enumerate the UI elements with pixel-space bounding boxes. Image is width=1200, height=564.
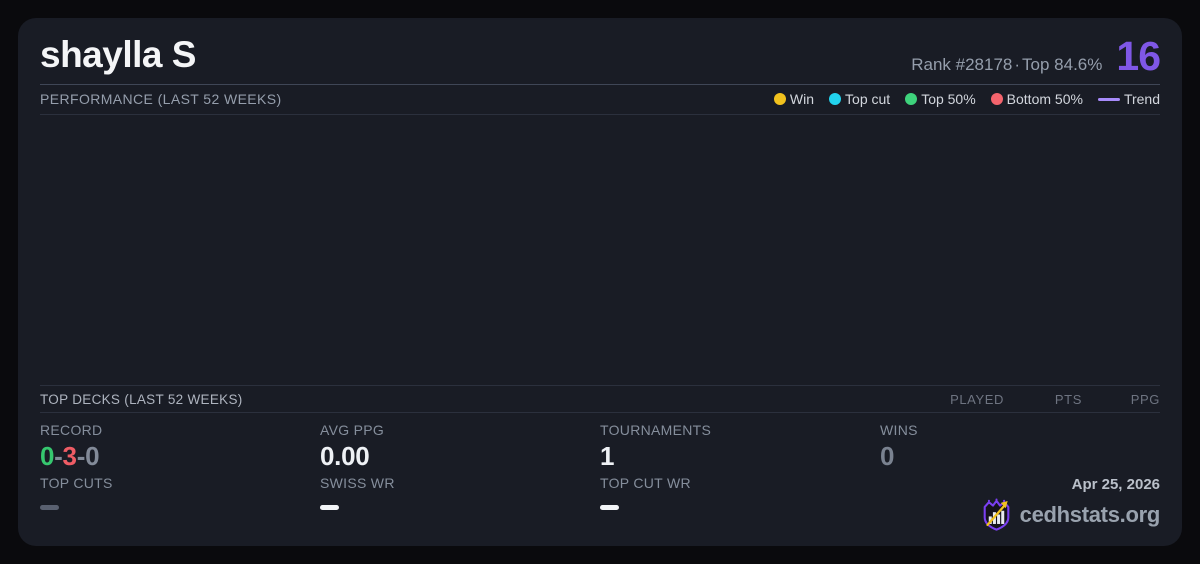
trend-line-icon xyxy=(1097,97,1120,101)
stat-record: RECORD 0-3-0 xyxy=(40,422,320,472)
top-cut-wr-placeholder-bar xyxy=(600,505,619,510)
avg-ppg-value: 0.00 xyxy=(320,441,370,471)
stat-label: AVG PPG xyxy=(320,422,385,438)
top-decks-title: TOP DECKS (LAST 52 WEEKS) xyxy=(40,391,243,407)
score-badge: 16 xyxy=(1116,32,1161,79)
stat-tournaments: TOURNAMENTS 1 xyxy=(600,422,880,472)
legend-item-win[interactable]: Win xyxy=(773,91,815,108)
stat-avg-ppg: AVG PPG 0.00 xyxy=(320,422,600,472)
performance-title: PERFORMANCE (LAST 52 WEEKS) xyxy=(40,91,282,108)
wins-value: 0 xyxy=(880,441,895,471)
rank-line: Rank #28178 · Top 84.6% xyxy=(911,55,1102,75)
record-value: 0-3-0 xyxy=(40,441,320,472)
topcut-dot-icon xyxy=(829,93,842,106)
stat-label: SWISS WR xyxy=(320,475,395,491)
stats-grid: RECORD 0-3-0 AVG PPG 0.00 TOURNAMENTS 1 … xyxy=(40,413,1160,532)
top-percent: Top 84.6% xyxy=(1022,54,1103,74)
legend-label: Top 50% xyxy=(921,91,976,108)
swiss-wr-placeholder-bar xyxy=(320,505,339,510)
rank-number: Rank #28178 xyxy=(911,54,1013,74)
legend-label: Bottom 50% xyxy=(1006,91,1083,108)
stat-label: TOP CUTS xyxy=(40,475,113,491)
legend-item-topcut[interactable]: Top cut xyxy=(829,91,890,107)
brand-name: cedhstats.org xyxy=(1019,502,1161,527)
win-dot-icon xyxy=(773,93,786,106)
legend-item-trend[interactable]: Trend xyxy=(1097,91,1160,108)
performance-header: PERFORMANCE (LAST 52 WEEKS) Win Top cut … xyxy=(40,85,1160,115)
top-decks-header: TOP DECKS (LAST 52 WEEKS) PLAYED PTS PPG xyxy=(40,385,1160,413)
performance-chart-area xyxy=(40,115,1160,385)
column-header-played: PLAYED xyxy=(950,391,1004,407)
stat-top-cut-wr: TOP CUT WR xyxy=(600,475,880,532)
legend-label: Trend xyxy=(1123,91,1160,108)
cedhstats-logo-icon xyxy=(983,498,1009,531)
stat-top-cuts: TOP CUTS xyxy=(40,475,320,532)
page-title: shaylla S xyxy=(40,34,196,75)
record-wins: 0 xyxy=(40,441,55,471)
player-stats-card: shaylla S Rank #28178 · Top 84.6% 16 PERFO… xyxy=(18,18,1182,546)
record-draws: 0 xyxy=(85,441,100,471)
stat-label: RECORD xyxy=(40,422,103,438)
legend-label: Win xyxy=(789,91,815,108)
rank-group: Rank #28178 · Top 84.6% 16 xyxy=(911,32,1161,79)
header: shaylla S Rank #28178 · Top 84.6% 16 xyxy=(40,18,1161,85)
footer: Apr 25, 2026 cedhstats.org xyxy=(880,475,1160,532)
record-separator: - xyxy=(54,441,63,471)
legend-item-bottom50[interactable]: Bottom 50% xyxy=(990,91,1083,108)
column-header-pts: PTS xyxy=(1054,391,1082,407)
stat-wins: WINS 0 xyxy=(880,422,1160,472)
top50-dot-icon xyxy=(905,93,918,106)
top-cuts-placeholder-bar xyxy=(40,505,59,510)
top-decks-columns: PLAYED PTS PPG xyxy=(926,392,1160,407)
stat-label: WINS xyxy=(880,422,918,438)
record-separator: - xyxy=(76,441,86,471)
column-header-ppg: PPG xyxy=(1130,391,1160,407)
tournaments-value: 1 xyxy=(600,441,615,471)
legend-item-top50[interactable]: Top 50% xyxy=(905,91,976,108)
record-losses: 3 xyxy=(62,441,77,471)
brand[interactable]: cedhstats.org xyxy=(981,498,1160,532)
stat-label: TOURNAMENTS xyxy=(600,422,712,438)
chart-legend: Win Top cut Top 50% Bottom 50% Trend xyxy=(773,91,1160,108)
bottom50-dot-icon xyxy=(990,93,1003,106)
stat-swiss-wr: SWISS WR xyxy=(320,475,600,532)
rank-separator: · xyxy=(1014,54,1021,74)
date-label: Apr 25, 2026 xyxy=(1071,476,1160,493)
stat-label: TOP CUT WR xyxy=(600,475,691,491)
legend-label: Top cut xyxy=(845,91,891,108)
